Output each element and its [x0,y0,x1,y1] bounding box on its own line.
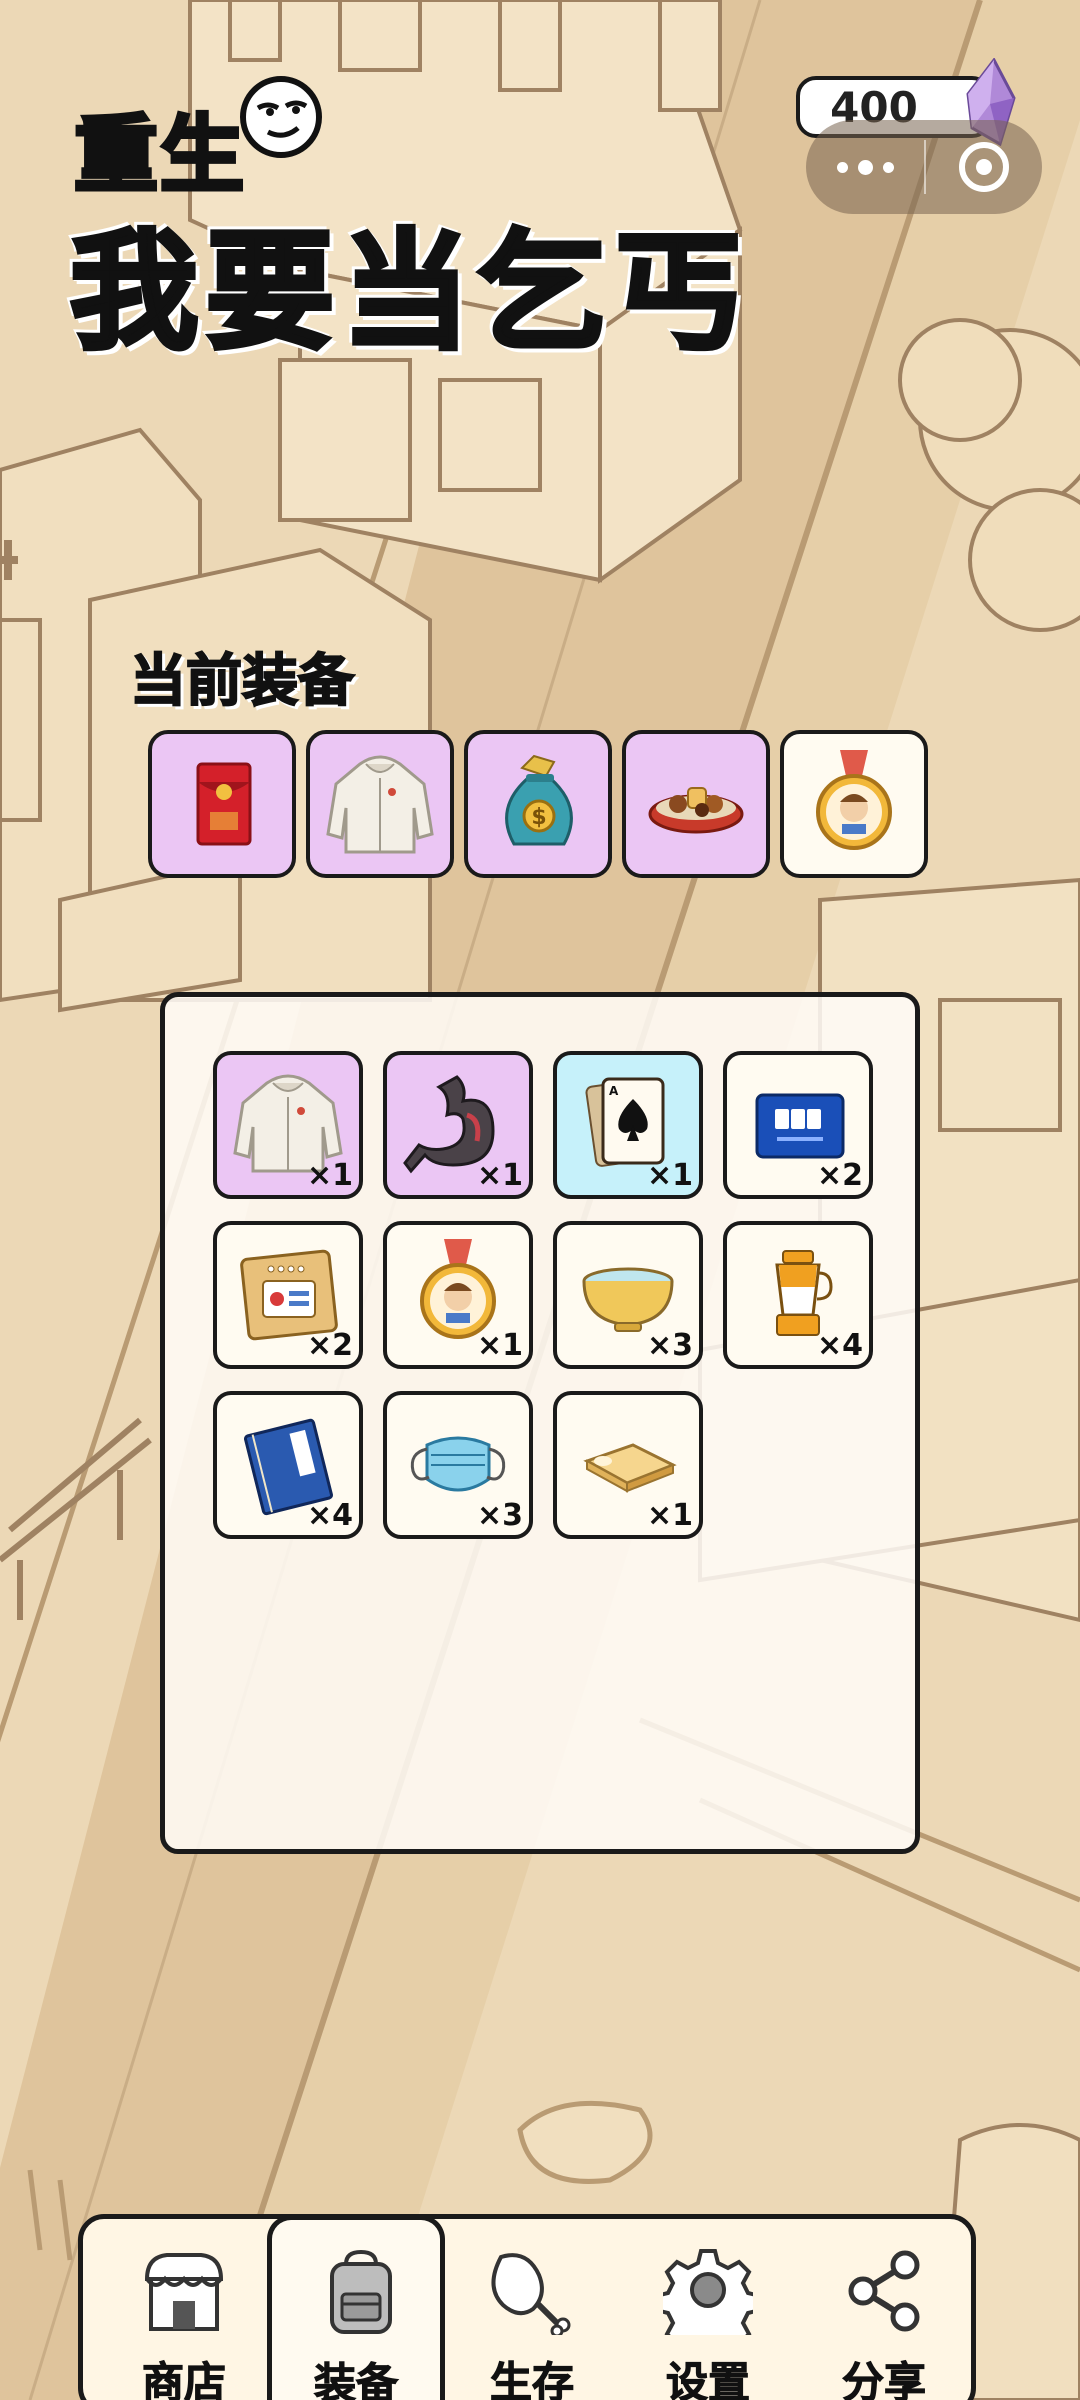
inventory-item[interactable]: ×4 [723,1221,873,1369]
svg-text:$: $ [531,805,546,830]
drumstick-icon [491,2253,571,2335]
item-count: ×4 [306,1498,353,1533]
item-count: ×3 [476,1498,523,1533]
nav-label: 装备 [313,2359,398,2400]
item-count: ×2 [816,1158,863,1193]
nav-item-shop[interactable]: 商店 [95,2219,273,2400]
inventory-item[interactable]: ×1 [383,1051,533,1199]
item-count: ×1 [306,1158,353,1193]
equipped-slot[interactable]: $ [464,730,612,878]
target-circle-icon[interactable] [926,120,1042,214]
game-title-line2: 我要当乞丐 [67,216,751,370]
share-icon [848,2250,920,2332]
shop-icon [144,2253,224,2331]
bottom-nav: 商店 装备 生存 设置 分享 [78,2214,976,2400]
item-count: ×3 [646,1328,693,1363]
item-count: ×4 [816,1328,863,1363]
inventory-item[interactable]: ×4 [213,1391,363,1539]
red-envelope-icon [196,762,252,846]
inventory-item[interactable]: A ×1 [553,1051,703,1199]
inventory-item[interactable]: ×1 [553,1391,703,1539]
nav-item-settings[interactable]: 设置 [619,2219,797,2400]
equipped-slot[interactable] [780,730,928,878]
nav-item-equipment[interactable]: 装备 [267,2215,445,2400]
inventory-item[interactable]: ×2 [723,1051,873,1199]
item-count: ×1 [646,1498,693,1533]
more-dots-icon[interactable] [806,120,924,214]
nav-label: 分享 [841,2358,926,2400]
backpack-icon [330,2249,392,2334]
nav-label: 设置 [665,2358,750,2400]
inventory-item[interactable]: ×1 [213,1051,363,1199]
inventory-item[interactable]: ×1 [383,1221,533,1369]
svg-text:A: A [609,1084,619,1098]
inventory-item[interactable]: ×3 [553,1221,703,1369]
hoodie-icon [326,755,434,854]
inventory-item[interactable]: ×2 [213,1221,363,1369]
nav-item-survival[interactable]: 生存 [443,2219,621,2400]
equipped-slot[interactable] [148,730,296,878]
mini-program-capsule [806,120,1042,214]
equipment-heading: 当前装备 [129,648,355,715]
medal-icon [816,750,892,850]
money-bag-icon: $ [505,754,573,846]
item-count: ×1 [646,1158,693,1193]
equipped-slot[interactable] [306,730,454,878]
item-count: ×2 [306,1328,353,1363]
nav-label: 生存 [489,2358,574,2400]
equipped-slots: $ [148,730,932,878]
item-count: ×1 [476,1328,523,1363]
nav-label: 商店 [141,2358,226,2400]
smug-face-icon [240,76,322,158]
nav-item-share[interactable]: 分享 [795,2219,973,2400]
equipped-slot[interactable] [622,730,770,878]
item-count: ×1 [476,1158,523,1193]
inventory-item[interactable]: ×3 [383,1391,533,1539]
gear-icon [663,2249,753,2335]
inventory-panel: ×1 ×1 A ×1 ×2 ×2 ×1 ×3 ×4 ×4 ×3 ×1 [160,992,920,1854]
food-platter-icon [648,787,744,834]
